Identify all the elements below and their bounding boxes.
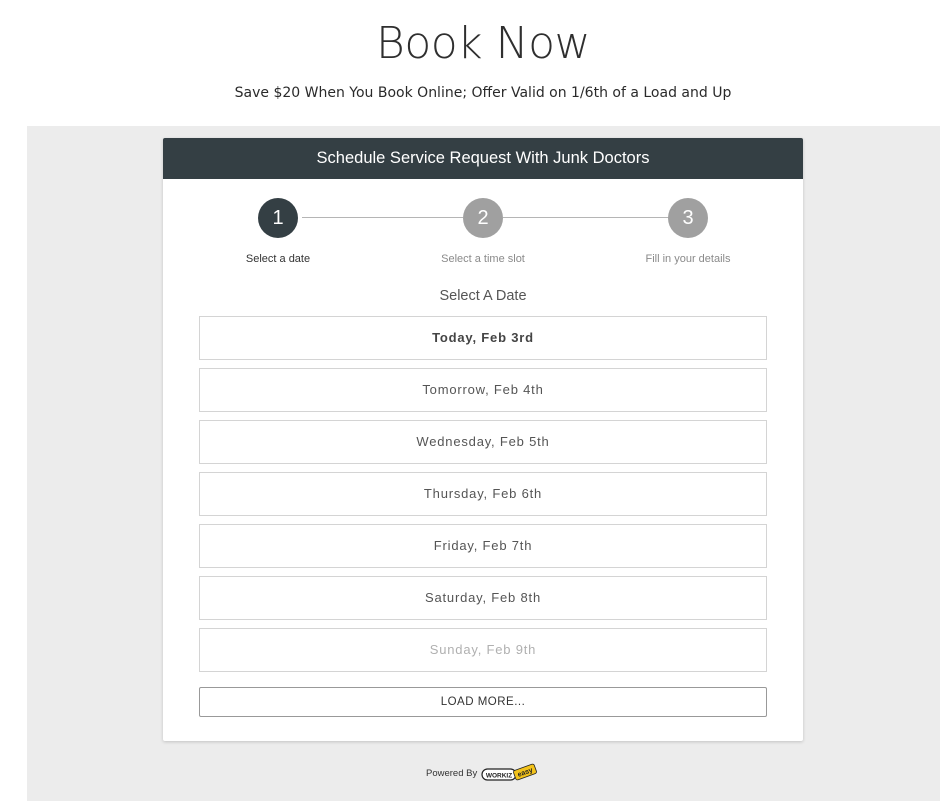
step-2-circle[interactable]: 2	[463, 198, 503, 238]
workiz-logo-icon[interactable]: WORKIZ easy	[481, 762, 538, 784]
step-connector	[302, 217, 463, 218]
date-option-today[interactable]: Today, Feb 3rd	[199, 316, 767, 360]
powered-by-label: Powered By	[426, 767, 478, 779]
step-1-label: Select a date	[245, 253, 311, 265]
date-option-tomorrow[interactable]: Tomorrow, Feb 4th	[199, 368, 767, 412]
date-option-friday[interactable]: Friday, Feb 7th	[199, 524, 767, 568]
step-3-circle[interactable]: 3	[668, 198, 708, 238]
load-more-button[interactable]: LOAD MORE...	[199, 687, 767, 717]
page-title: Book Now	[376, 18, 590, 69]
step-indicator: 1 2 3 Select a date Select a time slot F…	[163, 198, 803, 268]
booking-card: Schedule Service Request With Junk Docto…	[163, 138, 803, 741]
card-header: Schedule Service Request With Junk Docto…	[163, 138, 803, 179]
step-2-label: Select a time slot	[441, 253, 525, 265]
date-option-wednesday[interactable]: Wednesday, Feb 5th	[199, 420, 767, 464]
step-connector	[503, 217, 669, 218]
step-1-circle[interactable]: 1	[258, 198, 298, 238]
workiz-logo-text: WORKIZ	[486, 773, 512, 780]
date-option-saturday[interactable]: Saturday, Feb 8th	[199, 576, 767, 620]
section-title: Select A Date	[439, 288, 527, 304]
step-3-label: Fill in your details	[645, 253, 731, 265]
powered-by: Powered By WORKIZ easy	[426, 761, 538, 785]
date-option-sunday[interactable]: Sunday, Feb 9th	[199, 628, 767, 672]
date-list: Today, Feb 3rd Tomorrow, Feb 4th Wednesd…	[199, 316, 767, 680]
page-subtitle: Save $20 When You Book Online; Offer Val…	[234, 85, 732, 101]
date-option-thursday[interactable]: Thursday, Feb 6th	[199, 472, 767, 516]
